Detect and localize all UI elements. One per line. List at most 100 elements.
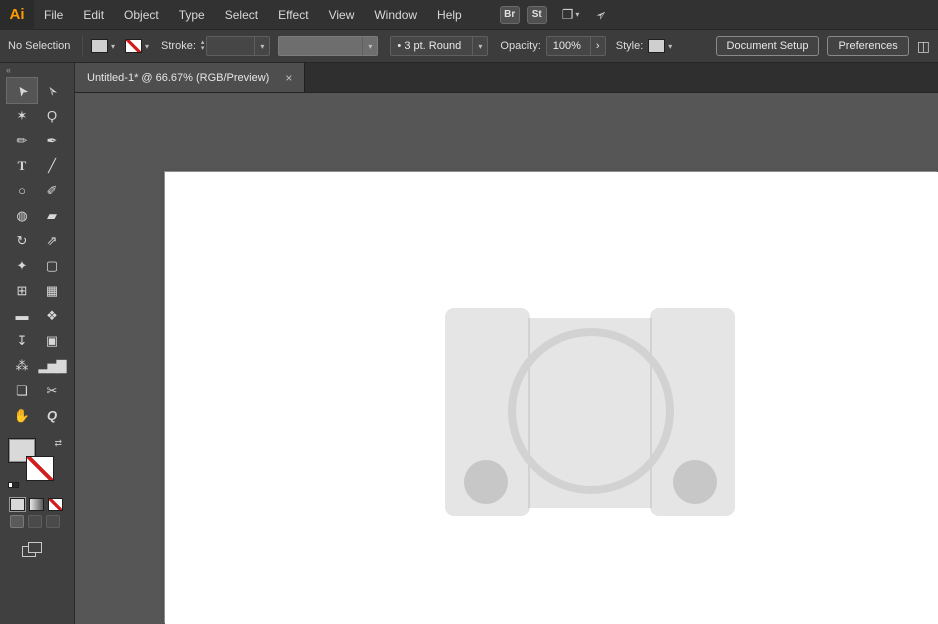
paintbrush-tool[interactable]: ✐: [37, 178, 67, 203]
stroke-swatch[interactable]: [26, 456, 54, 481]
control-panel-menu-icon[interactable]: ◫: [917, 38, 930, 55]
width-tool[interactable]: ✦: [7, 253, 37, 278]
artwork-right-button-circle[interactable]: [673, 460, 717, 504]
hand-tool[interactable]: ✋: [7, 403, 37, 428]
document-setup-button[interactable]: Document Setup: [715, 36, 820, 56]
free-transform-tool[interactable]: ▢: [37, 253, 67, 278]
shape-builder-icon: ◍: [16, 207, 28, 223]
bridge-button[interactable]: Br: [499, 5, 520, 24]
magic-wand-icon: ✶: [16, 107, 28, 123]
live-paint-tool[interactable]: ▣: [37, 328, 67, 353]
shape-builder-tool[interactable]: ◍: [7, 203, 37, 228]
fill-color-dropdown[interactable]: ▾: [91, 39, 115, 53]
artwork-left-button-circle[interactable]: [464, 460, 508, 504]
gradient-tool[interactable]: ▬: [7, 303, 37, 328]
width-profile-select[interactable]: ▾: [278, 36, 379, 56]
artboard[interactable]: [165, 172, 938, 624]
artboard-icon: ❏: [16, 382, 28, 398]
menu-item-select[interactable]: Select: [215, 0, 268, 30]
line-segment-icon: ╱: [48, 157, 56, 173]
default-fill-stroke-icon[interactable]: [8, 481, 19, 490]
close-icon[interactable]: ×: [285, 71, 292, 85]
eyedropper-icon: ↧: [16, 332, 28, 348]
chevron-down-icon: ▾: [668, 41, 673, 51]
swap-fill-stroke-icon[interactable]: ⇄: [54, 438, 62, 449]
symbol-sprayer-tool[interactable]: ⁂: [7, 353, 37, 378]
symbol-sprayer-icon: ⁂: [15, 357, 29, 373]
eraser-tool[interactable]: ▰: [37, 203, 67, 228]
stock-button[interactable]: St: [526, 5, 547, 24]
color-type-row: [9, 497, 74, 512]
panel-collapse-button[interactable]: «: [0, 63, 74, 78]
draw-behind-button[interactable]: [28, 515, 42, 528]
style-label: Style:: [615, 40, 644, 52]
draw-normal-button[interactable]: [10, 515, 24, 528]
zoom-tool[interactable]: Q: [37, 403, 67, 428]
menu-item-object[interactable]: Object: [114, 0, 169, 30]
pencil-tool[interactable]: ✏: [7, 128, 37, 153]
tools-grid: ➤ ➢ ✶ Ϙ ✏ ✒ T ╱ ○ ✐ ◍ ▰ ↻ ⇗ ✦ ▢ ⊞ ▦ ▬ ❖ ↧ ▣ ⁂ ▂▅▇ ❏ ✂ ✋ Q: [0, 77, 74, 428]
stroke-color-dropdown[interactable]: ▾: [125, 39, 149, 53]
opacity-input[interactable]: 100% ›: [545, 36, 606, 56]
menu-item-window[interactable]: Window: [364, 0, 427, 30]
menu-item-type[interactable]: Type: [169, 0, 215, 30]
artboard-tool[interactable]: ❏: [7, 378, 37, 403]
stroke-weight-stepper[interactable]: ▴ ▾: [200, 39, 205, 52]
line-segment-tool[interactable]: ╱: [37, 153, 67, 178]
preferences-button[interactable]: Preferences: [827, 36, 909, 56]
menu-item-view[interactable]: View: [319, 0, 365, 30]
chevron-down-icon: ▾: [478, 41, 483, 51]
opacity-value: 100%: [552, 40, 581, 52]
column-graph-tool[interactable]: ▂▅▇: [37, 353, 67, 378]
perspective-grid-icon: ⊞: [16, 282, 28, 298]
draw-inside-button[interactable]: [46, 515, 60, 528]
eyedropper-tool[interactable]: ↧: [7, 328, 37, 353]
screen-mode-icon-overlay: [28, 542, 42, 553]
screen-mode-button[interactable]: [22, 542, 42, 558]
perspective-grid-tool[interactable]: ⊞: [7, 278, 37, 303]
chevron-down-icon: ▾: [575, 10, 580, 19]
slice-tool[interactable]: ✂: [37, 378, 67, 403]
mesh-tool[interactable]: ▦: [37, 278, 67, 303]
menu-item-effect[interactable]: Effect: [268, 0, 318, 30]
style-swatch-icon: [648, 39, 666, 53]
menu-item-file[interactable]: File: [34, 0, 73, 30]
selection-icon: ➤: [12, 82, 31, 100]
menubar: Ai File Edit Object Type Select Effect View Win…: [0, 0, 938, 30]
pen-icon: ✒: [46, 132, 58, 148]
gpu-performance-icon[interactable]: ➣: [593, 5, 612, 24]
width-icon: ✦: [16, 257, 28, 273]
stepper-down-icon: ▾: [200, 45, 205, 52]
selection-tool[interactable]: ➤: [6, 77, 38, 104]
artwork-disc-ring[interactable]: [508, 328, 674, 494]
ellipse-tool[interactable]: ○: [7, 178, 37, 203]
color-button[interactable]: [9, 497, 26, 512]
brush-name: 3 pt. Round: [404, 40, 462, 52]
control-bar: No Selection ▾ ▾ Stroke: ▴ ▾ ▾ ▾ • 3 pt.…: [0, 30, 938, 63]
stroke-weight-select[interactable]: ▾: [206, 36, 271, 56]
menu-item-edit[interactable]: Edit: [73, 0, 114, 30]
blend-tool[interactable]: ❖: [37, 303, 67, 328]
scale-tool[interactable]: ⇗: [37, 228, 67, 253]
brush-value: • 3 pt. Round: [391, 40, 472, 52]
menu-item-help[interactable]: Help: [427, 0, 472, 30]
magic-wand-tool[interactable]: ✶: [7, 103, 37, 128]
scale-icon: ⇗: [46, 232, 58, 248]
selection-status: No Selection: [8, 40, 71, 52]
brush-select[interactable]: • 3 pt. Round ▾: [390, 36, 489, 56]
rotate-tool[interactable]: ↻: [7, 228, 37, 253]
pencil-icon: ✏: [16, 132, 28, 148]
brush-bullet-icon: •: [397, 40, 402, 52]
none-button[interactable]: [48, 498, 63, 511]
paintbrush-icon: ✐: [46, 182, 58, 198]
direct-selection-tool[interactable]: ➢: [37, 78, 67, 103]
lasso-tool[interactable]: Ϙ: [37, 103, 67, 128]
gradient-button[interactable]: [29, 498, 44, 511]
type-tool[interactable]: T: [7, 153, 37, 178]
workspace-switcher[interactable]: ❐ ▾: [562, 7, 580, 23]
canvas[interactable]: [75, 93, 938, 624]
style-dropdown[interactable]: ▾: [648, 39, 672, 53]
document-tab[interactable]: Untitled-1* @ 66.67% (RGB/Preview) ×: [75, 63, 306, 92]
pen-tool[interactable]: ✒: [37, 128, 67, 153]
column-graph-icon: ▂▅▇: [38, 357, 67, 373]
